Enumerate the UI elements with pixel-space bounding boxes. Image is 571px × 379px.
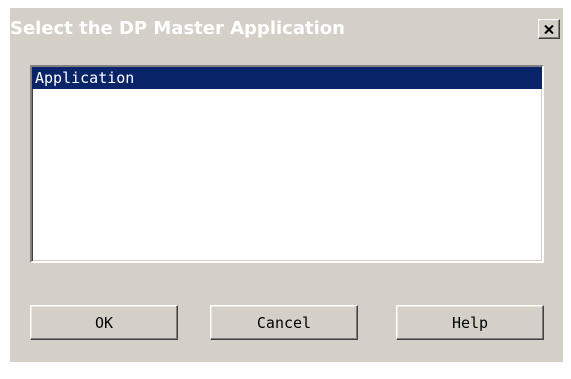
dialog-title: Select the DP Master Application — [10, 18, 345, 39]
help-button[interactable]: Help — [396, 305, 544, 340]
application-listbox[interactable]: Application — [30, 65, 544, 263]
close-button[interactable] — [538, 19, 560, 39]
close-icon — [544, 24, 554, 34]
title-bar[interactable]: Select the DP Master Application — [10, 8, 563, 50]
ok-button[interactable]: OK — [30, 305, 178, 340]
list-item-application[interactable]: Application — [32, 67, 542, 89]
cancel-button[interactable]: Cancel — [210, 305, 358, 340]
